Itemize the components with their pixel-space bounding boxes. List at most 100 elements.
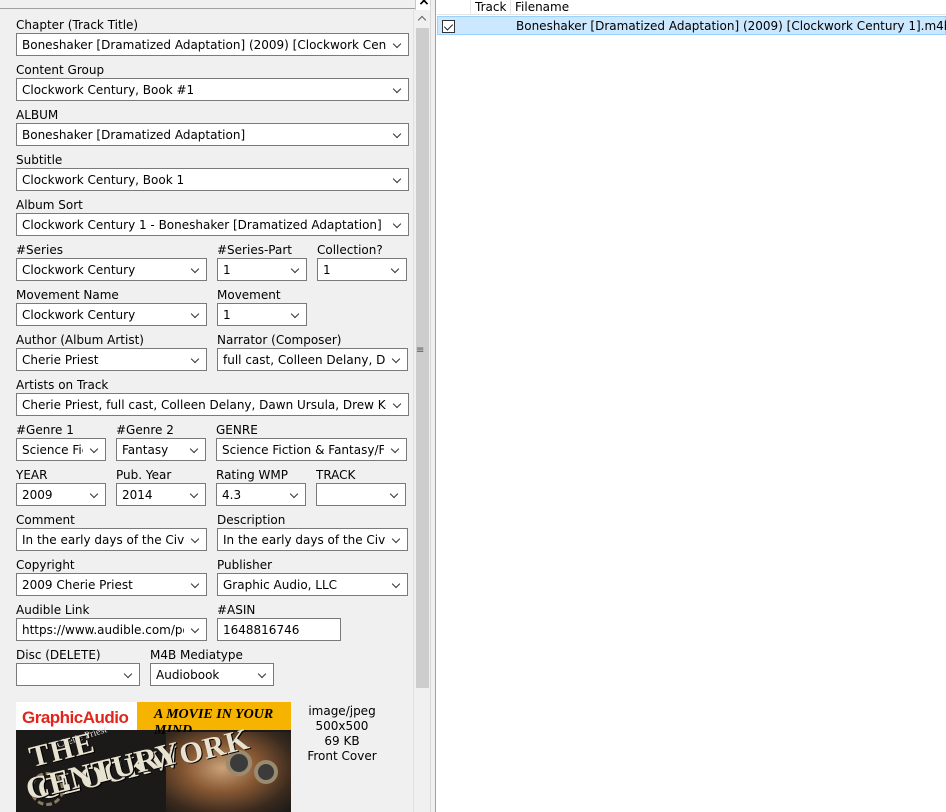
chevron-down-icon[interactable] bbox=[390, 214, 408, 235]
series-label: #Series bbox=[16, 243, 63, 257]
album-sort-label: Album Sort bbox=[16, 198, 83, 212]
series-combo[interactable]: Clockwork Century bbox=[16, 258, 207, 281]
chapter-combo[interactable]: Boneshaker [Dramatized Adaptation] (2009… bbox=[16, 33, 409, 56]
comment-combo[interactable]: In the early days of the Civil Wa bbox=[16, 528, 207, 551]
chevron-down-icon[interactable] bbox=[288, 304, 306, 325]
subtitle-combo[interactable]: Clockwork Century, Book 1 bbox=[16, 168, 409, 191]
chevron-down-icon[interactable] bbox=[388, 439, 406, 460]
row-checkbox[interactable] bbox=[442, 20, 455, 33]
series-part-label: #Series-Part bbox=[217, 243, 292, 257]
album-sort-value: Clockwork Century 1 - Boneshaker [Dramat… bbox=[22, 218, 382, 232]
chevron-down-icon[interactable] bbox=[389, 529, 407, 550]
description-value: In the early days of the Civil Wa bbox=[223, 533, 385, 547]
genre1-label: #Genre 1 bbox=[16, 423, 74, 437]
track-combo[interactable] bbox=[316, 483, 406, 506]
subtitle-label: Subtitle bbox=[16, 153, 63, 167]
goggle-shape bbox=[254, 760, 278, 784]
chevron-down-icon[interactable] bbox=[288, 259, 306, 280]
chevron-down-icon[interactable] bbox=[389, 349, 407, 370]
chevron-down-icon[interactable] bbox=[188, 574, 206, 595]
copyright-combo[interactable]: 2009 Cherie Priest bbox=[16, 573, 207, 596]
chevron-down-icon[interactable] bbox=[390, 394, 408, 415]
mediatype-combo[interactable]: Audiobook bbox=[150, 663, 274, 686]
chevron-down-icon[interactable] bbox=[390, 79, 408, 100]
cover-art-image[interactable]: GraphicAudio A MOVIE IN YOUR MIND Cherie… bbox=[16, 702, 291, 812]
chevron-down-icon[interactable] bbox=[187, 484, 205, 505]
chevron-down-icon[interactable] bbox=[187, 439, 205, 460]
column-header-check[interactable] bbox=[437, 0, 471, 15]
scrollbar-thumb[interactable] bbox=[416, 28, 429, 688]
chevron-down-icon[interactable] bbox=[390, 169, 408, 190]
album-combo[interactable]: Boneshaker [Dramatized Adaptation] bbox=[16, 123, 409, 146]
narrator-combo[interactable]: full cast, Colleen Delany, Dawn bbox=[217, 348, 408, 371]
artists-value: Cherie Priest, full cast, Colleen Delany… bbox=[22, 398, 386, 412]
chevron-down-icon[interactable] bbox=[188, 529, 206, 550]
chevron-down-icon[interactable] bbox=[388, 259, 406, 280]
publisher-combo[interactable]: Graphic Audio, LLC bbox=[217, 573, 408, 596]
file-list-header: Track Filename bbox=[437, 0, 946, 15]
comment-value: In the early days of the Civil Wa bbox=[22, 533, 184, 547]
album-label: ALBUM bbox=[16, 108, 59, 122]
chevron-down-icon[interactable] bbox=[188, 349, 206, 370]
description-combo[interactable]: In the early days of the Civil Wa bbox=[217, 528, 408, 551]
content-group-value: Clockwork Century, Book #1 bbox=[22, 83, 195, 97]
chevron-down-icon[interactable] bbox=[389, 574, 407, 595]
description-label: Description bbox=[217, 513, 286, 527]
genre2-value: Fantasy bbox=[122, 443, 169, 457]
comment-label: Comment bbox=[16, 513, 75, 527]
chevron-down-icon[interactable] bbox=[387, 484, 405, 505]
close-icon[interactable]: × bbox=[417, 0, 431, 8]
chevron-down-icon[interactable] bbox=[87, 439, 105, 460]
movement-name-label: Movement Name bbox=[16, 288, 119, 302]
content-group-combo[interactable]: Clockwork Century, Book #1 bbox=[16, 78, 409, 101]
chevron-down-icon[interactable] bbox=[188, 259, 206, 280]
year-value: 2009 bbox=[22, 488, 53, 502]
chevron-down-icon[interactable] bbox=[287, 484, 305, 505]
series-part-combo[interactable]: 1 bbox=[217, 258, 307, 281]
album-sort-combo[interactable]: Clockwork Century 1 - Boneshaker [Dramat… bbox=[16, 213, 409, 236]
chevron-down-icon[interactable] bbox=[188, 304, 206, 325]
movement-name-combo[interactable]: Clockwork Century bbox=[16, 303, 207, 326]
collection-label: Collection? bbox=[317, 243, 383, 257]
audible-link-combo[interactable]: https://www.audible.com/pd/E bbox=[16, 618, 207, 641]
panel-titlebar bbox=[0, 0, 415, 9]
rating-combo[interactable]: 4.3 bbox=[216, 483, 306, 506]
genre1-value: Science Ficti bbox=[22, 443, 83, 457]
chevron-down-icon[interactable] bbox=[255, 664, 273, 685]
cover-dimensions: 500x500 bbox=[315, 719, 369, 733]
chevron-down-icon[interactable] bbox=[390, 124, 408, 145]
artists-combo[interactable]: Cherie Priest, full cast, Colleen Delany… bbox=[16, 393, 409, 416]
author-combo[interactable]: Cherie Priest bbox=[16, 348, 207, 371]
asin-field[interactable]: 1648816746 bbox=[217, 618, 341, 641]
genre1-combo[interactable]: Science Ficti bbox=[16, 438, 106, 461]
panel-splitter[interactable] bbox=[430, 0, 436, 812]
content-group-label: Content Group bbox=[16, 63, 105, 77]
file-row[interactable]: Boneshaker [Dramatized Adaptation] (2009… bbox=[437, 16, 946, 35]
year-combo[interactable]: 2009 bbox=[16, 483, 106, 506]
genre2-combo[interactable]: Fantasy bbox=[116, 438, 206, 461]
tag-panel: Chapter (Track Title) Boneshaker [Dramat… bbox=[0, 0, 416, 812]
file-row-filename: Boneshaker [Dramatized Adaptation] (2009… bbox=[516, 19, 946, 33]
chevron-down-icon[interactable] bbox=[121, 664, 139, 685]
column-header-track[interactable]: Track bbox=[471, 0, 511, 15]
movement-combo[interactable]: 1 bbox=[217, 303, 307, 326]
mediatype-value: Audiobook bbox=[156, 668, 220, 682]
rating-value: 4.3 bbox=[222, 488, 242, 502]
genre-combo[interactable]: Science Fiction & Fantasy/Fanta bbox=[216, 438, 407, 461]
column-header-filename[interactable]: Filename bbox=[511, 0, 946, 15]
collection-combo[interactable]: 1 bbox=[317, 258, 407, 281]
copyright-label: Copyright bbox=[16, 558, 75, 572]
tag-panel-scrollbar[interactable] bbox=[413, 10, 430, 812]
chevron-down-icon[interactable] bbox=[188, 619, 206, 640]
mediatype-label: M4B Mediatype bbox=[150, 648, 243, 662]
disc-combo[interactable] bbox=[16, 663, 140, 686]
publisher-label: Publisher bbox=[217, 558, 273, 572]
splitter-grip-icon[interactable]: ≡ bbox=[416, 346, 426, 356]
pub-year-combo[interactable]: 2014 bbox=[116, 483, 206, 506]
scroll-up-icon[interactable] bbox=[414, 10, 431, 27]
chevron-down-icon[interactable] bbox=[390, 34, 408, 55]
chevron-down-icon[interactable] bbox=[87, 484, 105, 505]
cover-type: Front Cover bbox=[307, 749, 377, 763]
album-value: Boneshaker [Dramatized Adaptation] bbox=[22, 128, 246, 142]
asin-label: #ASIN bbox=[217, 603, 256, 617]
